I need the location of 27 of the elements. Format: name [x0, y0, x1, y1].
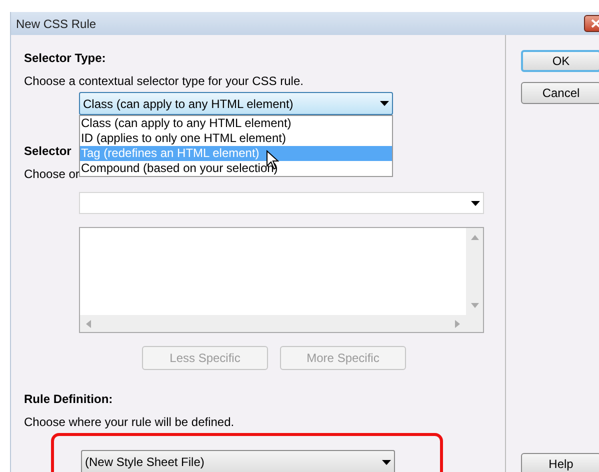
description-text: Choose or — [24, 166, 80, 183]
dropdown-option[interactable]: Compound (based on your selection) — [80, 161, 392, 176]
selector-name-combo[interactable] — [79, 192, 484, 214]
down-arrow-icon — [470, 303, 478, 308]
window-title: New CSS Rule — [16, 16, 96, 32]
rule-definition-dropdown[interactable]: (New Style Sheet File) — [81, 450, 395, 472]
dialog-button[interactable]: OK — [521, 50, 599, 72]
caret-icon — [380, 101, 389, 106]
dropdown-option[interactable]: Class (can apply to any HTML element) — [80, 116, 392, 131]
left-arrow-icon — [86, 320, 91, 328]
close-icon — [591, 19, 599, 28]
section-heading: Selector Type: — [24, 50, 107, 67]
horizontal-scrollbar[interactable] — [80, 315, 466, 332]
dialog-button[interactable]: Cancel — [521, 82, 599, 104]
selector-listbox[interactable] — [79, 227, 484, 333]
dropdown-option[interactable]: ID (applies to only one HTML element) — [80, 131, 392, 146]
right-arrow-icon — [455, 320, 460, 328]
description-text: Choose where your rule will be defined. — [24, 414, 236, 431]
caret-icon — [382, 460, 391, 464]
dialog-button[interactable]: Help — [521, 453, 599, 472]
vertical-scrollbar[interactable] — [466, 228, 483, 332]
selector-type-dropdown[interactable]: Class (can apply to any HTML element) — [79, 92, 393, 115]
description-text: Choose a contextual selector type for your CSS rule. — [24, 73, 304, 90]
caret-icon — [471, 200, 480, 206]
up-arrow-icon — [470, 235, 478, 240]
section-heading: Rule Definition: — [24, 391, 114, 408]
section-heading: Selector — [24, 143, 72, 160]
